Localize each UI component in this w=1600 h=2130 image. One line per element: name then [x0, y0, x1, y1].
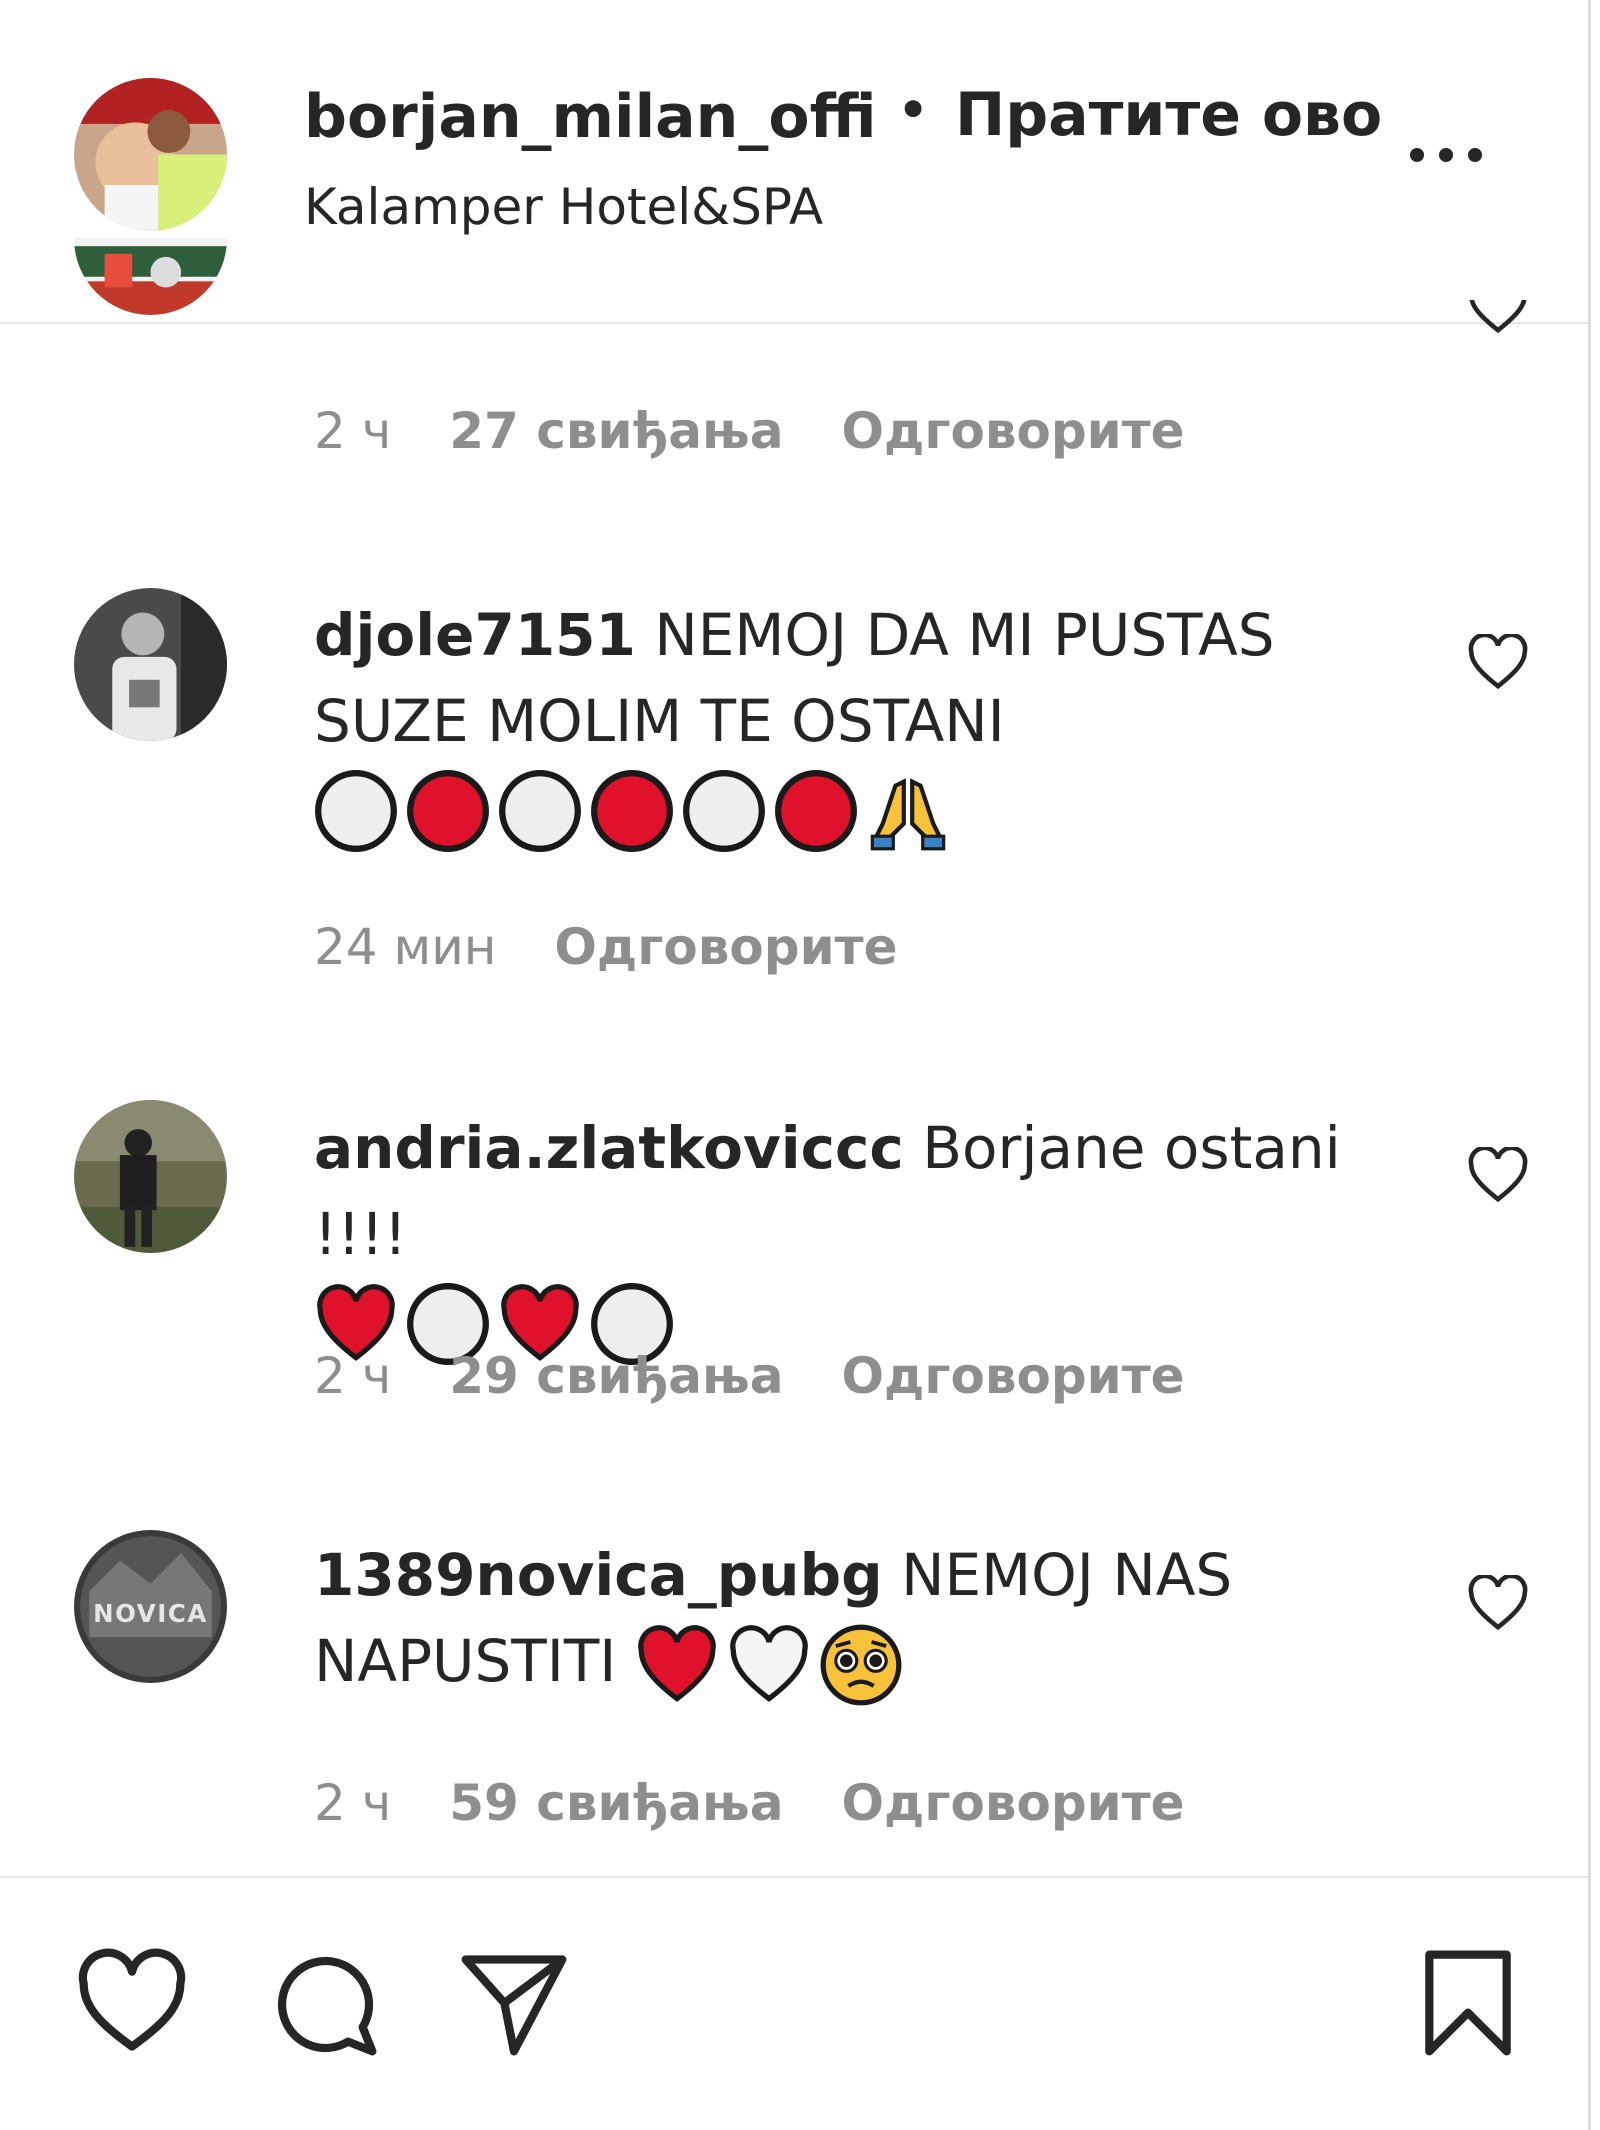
comment-avatar[interactable]	[74, 1100, 227, 1253]
more-options-icon[interactable]	[1410, 140, 1500, 170]
avatar-text: NOVICA	[93, 1599, 208, 1628]
comment-username[interactable]: 1389novica_pubg	[314, 1541, 883, 1609]
comment-meta: 2 ч 27 свиђања Одговорите	[314, 402, 1185, 460]
comment-time[interactable]: 2 ч	[314, 402, 391, 460]
comment-likes[interactable]: 29 свиђања	[449, 1347, 783, 1405]
like-comment-icon[interactable]	[1467, 1145, 1529, 1203]
comment-likes[interactable]: 27 свиђања	[449, 402, 783, 460]
owner-avatar[interactable]	[74, 78, 227, 231]
emoji-row	[635, 1623, 903, 1707]
comment-meta: 2 ч 59 свиђања Одговорите	[314, 1774, 1185, 1832]
owner-username[interactable]: borjan_milan_offici	[304, 82, 879, 152]
comment-time[interactable]: 24 мин	[314, 918, 496, 976]
emoji-row	[314, 769, 950, 853]
comment-meta: 24 мин Одговорите	[314, 918, 898, 976]
comment-time[interactable]: 2 ч	[314, 1347, 391, 1405]
header-divider	[0, 322, 1588, 324]
like-comment-icon[interactable]	[1467, 632, 1529, 690]
post-header: borjan_milan_offici • Пратите ово Kalamp…	[0, 0, 1588, 323]
reply-button[interactable]: Одговорите	[842, 1774, 1185, 1832]
red-circle-icon	[406, 769, 490, 853]
comment-body: djole7151 NEMOJ DA MI PUSTAS SUZE MOLIM …	[314, 592, 1424, 853]
red-heart-icon	[635, 1623, 719, 1707]
reply-button[interactable]: Одговорите	[842, 1347, 1185, 1405]
pleading-face-icon	[819, 1623, 903, 1707]
heart-outline-icon[interactable]	[74, 1945, 190, 2061]
white-heart-icon	[727, 1623, 811, 1707]
like-comment-icon[interactable]	[1467, 300, 1529, 340]
comment-bubble-icon[interactable]	[266, 1945, 382, 2061]
action-bar-divider	[0, 1876, 1588, 1878]
paper-plane-icon[interactable]	[456, 1945, 572, 2061]
red-circle-icon	[590, 769, 674, 853]
white-circle-icon	[498, 769, 582, 853]
white-circle-icon	[314, 769, 398, 853]
comment-likes[interactable]: 59 свиђања	[449, 1774, 783, 1832]
header-separator: •	[896, 76, 931, 144]
comment-body: andria.zlatkoviccc Borjane ostani !!!!	[314, 1105, 1424, 1366]
white-circle-icon	[682, 769, 766, 853]
comment-avatar-partial[interactable]	[74, 238, 227, 398]
red-circle-icon	[774, 769, 858, 853]
folded-hands-icon	[866, 769, 950, 853]
follow-button[interactable]: Пратите ово	[955, 80, 1382, 150]
like-comment-icon[interactable]	[1467, 1573, 1529, 1631]
panel-border	[1588, 0, 1591, 2130]
reply-button[interactable]: Одговорите	[842, 402, 1185, 460]
comment-avatar[interactable]: NOVICA	[74, 1530, 227, 1683]
bookmark-icon[interactable]	[1410, 1945, 1526, 2061]
comment-username[interactable]: andria.zlatkoviccc	[314, 1114, 904, 1182]
comment-time[interactable]: 2 ч	[314, 1774, 391, 1832]
reply-button[interactable]: Одговорите	[554, 918, 897, 976]
comment-body: 1389novica_pubg NEMOJ NAS NAPUSTITI	[314, 1532, 1424, 1707]
comment-meta: 2 ч 29 свиђања Одговорите	[314, 1347, 1185, 1405]
location-link[interactable]: Kalamper Hotel&SPA	[304, 178, 823, 236]
comment-username[interactable]: djole7151	[314, 601, 636, 669]
comment-avatar[interactable]	[74, 588, 227, 741]
